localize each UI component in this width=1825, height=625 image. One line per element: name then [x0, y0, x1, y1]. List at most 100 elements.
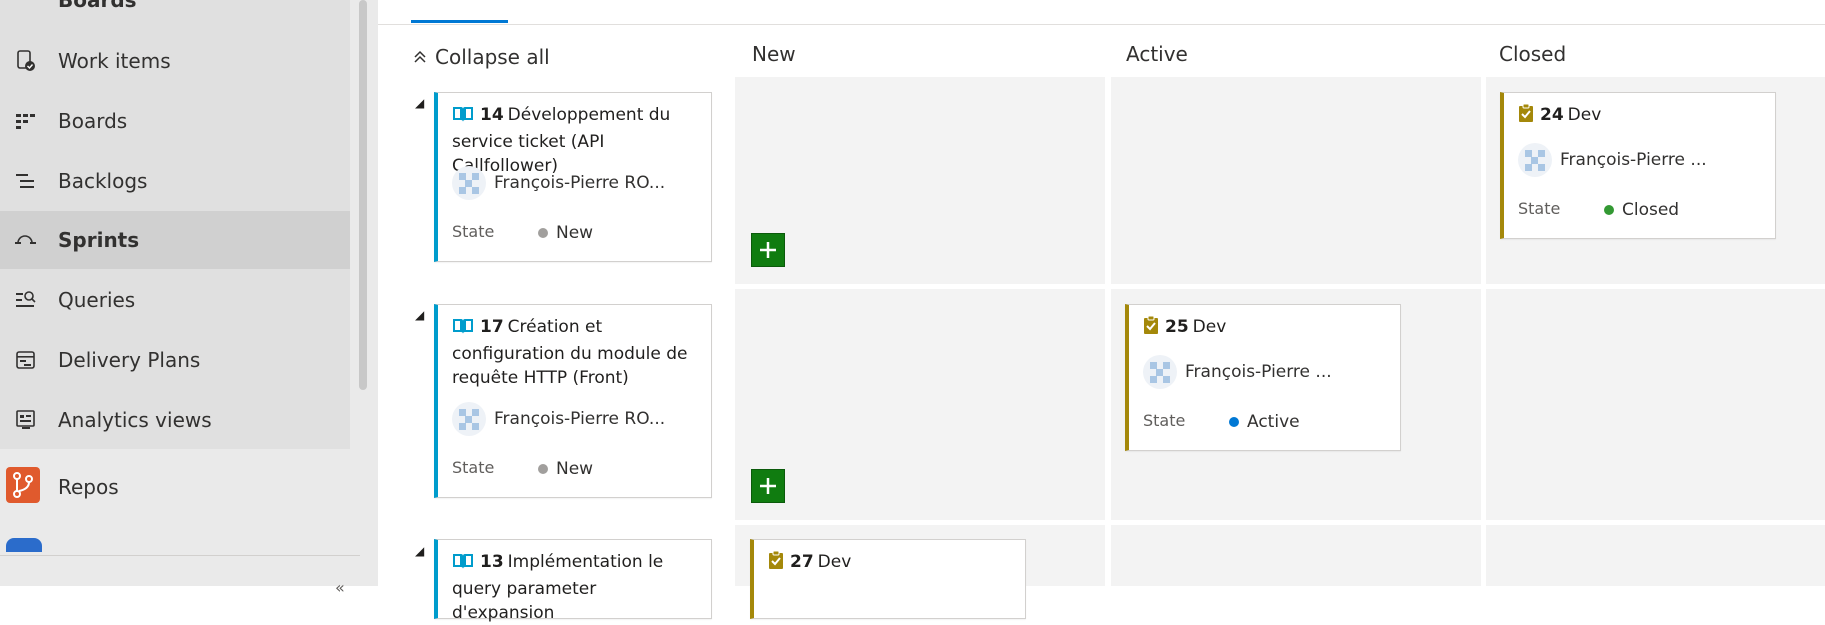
card-id: 17: [480, 317, 504, 337]
nav-repos[interactable]: Repos: [0, 458, 378, 516]
card-title-text: Dev: [1567, 105, 1602, 125]
boards-icon: [12, 107, 40, 135]
card-title-text: Dev: [817, 552, 852, 572]
state-value[interactable]: New: [538, 459, 593, 479]
nav-delivery-plans[interactable]: Delivery Plans: [0, 331, 350, 389]
nav-boards-label: Boards: [58, 109, 128, 133]
card-title-text: Dev: [1192, 317, 1227, 337]
work-items-icon: [12, 47, 40, 75]
sidebar-divider: [0, 555, 360, 556]
add-task-button[interactable]: [751, 469, 785, 503]
task-icon: [1518, 103, 1534, 130]
card-id: 24: [1540, 105, 1564, 125]
collapse-chevron-icon: [413, 45, 427, 69]
plus-icon: [760, 478, 776, 494]
assignee-name: François-Pierre ...: [1560, 150, 1707, 170]
story-card-13[interactable]: 13 Implémentation le query parameter d'ex…: [434, 539, 712, 623]
state-new-dot: [538, 464, 548, 474]
task-card-24[interactable]: 24 Dev François-Pierre ... State Closed: [1500, 92, 1776, 239]
card-assignee[interactable]: François-Pierre RO...: [452, 166, 665, 200]
state-label: State: [452, 222, 495, 241]
state-closed-dot: [1604, 205, 1614, 215]
cell-active: [1111, 525, 1481, 586]
card-assignee[interactable]: François-Pierre RO...: [452, 402, 665, 436]
state-label: State: [1518, 199, 1561, 218]
state-text: New: [556, 223, 594, 243]
sidebar-scrollbar[interactable]: [359, 0, 367, 390]
active-tab-indicator: [411, 20, 508, 23]
column-header-closed: Closed: [1499, 42, 1567, 66]
nav-sprints-label: Sprints: [58, 228, 140, 252]
nav-sprints[interactable]: Sprints: [0, 211, 350, 269]
collapse-sidebar-icon[interactable]: «: [335, 578, 345, 597]
nav-analytics-views-label: Analytics views: [58, 408, 212, 432]
state-label: State: [452, 458, 495, 477]
nav-queries-label: Queries: [58, 288, 136, 312]
nav-delivery-plans-label: Delivery Plans: [58, 348, 201, 372]
story-card-17[interactable]: 17 Création et configuration du module de…: [434, 304, 712, 498]
nav-analytics-views[interactable]: Analytics views: [0, 391, 350, 449]
card-assignee[interactable]: François-Pierre ...: [1143, 355, 1332, 389]
story-card-14[interactable]: 14 Développement du service ticket (API C…: [434, 92, 712, 262]
nav-boards[interactable]: Boards: [0, 92, 350, 150]
tabs-divider: [378, 24, 1825, 25]
plus-icon: [760, 242, 776, 258]
state-new-dot: [538, 228, 548, 238]
add-task-button[interactable]: [751, 233, 785, 267]
task-card-27[interactable]: 27 Dev: [750, 539, 1026, 619]
task-icon: [1143, 315, 1159, 342]
card-id: 13: [480, 552, 504, 572]
avatar: [452, 166, 486, 200]
state-value[interactable]: Active: [1229, 412, 1300, 432]
collapse-all-button[interactable]: Collapse all: [413, 45, 550, 69]
assignee-name: François-Pierre ...: [1185, 362, 1332, 382]
cell-new: [735, 289, 1105, 520]
state-active-dot: [1229, 417, 1239, 427]
task-card-25[interactable]: 25 Dev François-Pierre ... State Active: [1125, 304, 1401, 451]
pipelines-icon[interactable]: [6, 538, 42, 552]
row-expand-toggle[interactable]: ◢: [415, 544, 424, 558]
card-title: 25 Dev: [1143, 315, 1390, 342]
card-assignee[interactable]: François-Pierre ...: [1518, 143, 1707, 177]
user-story-icon: [452, 552, 474, 577]
state-value[interactable]: New: [538, 223, 593, 243]
card-id: 14: [480, 105, 504, 125]
card-title: 13 Implémentation le query parameter d'ex…: [452, 550, 701, 625]
cell-closed: [1486, 289, 1825, 520]
state-text: Closed: [1622, 200, 1680, 220]
nav-work-items-label: Work items: [58, 49, 171, 73]
left-navigation: Boards Work items Boards Backlogs Sprint…: [0, 0, 379, 597]
column-header-active: Active: [1126, 42, 1188, 66]
taskboard: Collapse all New Active Closed ◢ 14 Dével…: [378, 0, 1825, 623]
card-title: 27 Dev: [768, 550, 1015, 577]
nav-backlogs[interactable]: Backlogs: [0, 152, 350, 210]
collapse-all-label: Collapse all: [435, 45, 550, 69]
row-expand-toggle[interactable]: ◢: [415, 308, 424, 322]
queries-icon: [12, 286, 40, 314]
state-text: New: [556, 459, 594, 479]
card-title: 17 Création et configuration du module de…: [452, 315, 701, 390]
user-story-icon: [452, 317, 474, 342]
row-expand-toggle[interactable]: ◢: [415, 96, 424, 110]
card-title: 24 Dev: [1518, 103, 1765, 130]
repos-icon: [6, 467, 40, 503]
boards-hub-label[interactable]: Boards: [58, 0, 137, 12]
avatar: [1518, 143, 1552, 177]
cell-active: [1111, 77, 1481, 284]
cell-new: [735, 77, 1105, 284]
backlogs-icon: [12, 167, 40, 195]
state-text: Active: [1247, 412, 1300, 432]
column-header-new: New: [752, 42, 796, 66]
avatar: [452, 402, 486, 436]
nav-work-items[interactable]: Work items: [0, 32, 350, 90]
assignee-name: François-Pierre RO...: [494, 409, 666, 429]
analytics-views-icon: [12, 406, 40, 434]
state-value[interactable]: Closed: [1604, 200, 1679, 220]
user-story-icon: [452, 105, 474, 130]
nav-queries[interactable]: Queries: [0, 271, 350, 329]
state-label: State: [1143, 411, 1186, 430]
task-icon: [768, 550, 784, 577]
nav-backlogs-label: Backlogs: [58, 169, 148, 193]
delivery-plans-icon: [12, 346, 40, 374]
nav-repos-label: Repos: [58, 475, 119, 499]
